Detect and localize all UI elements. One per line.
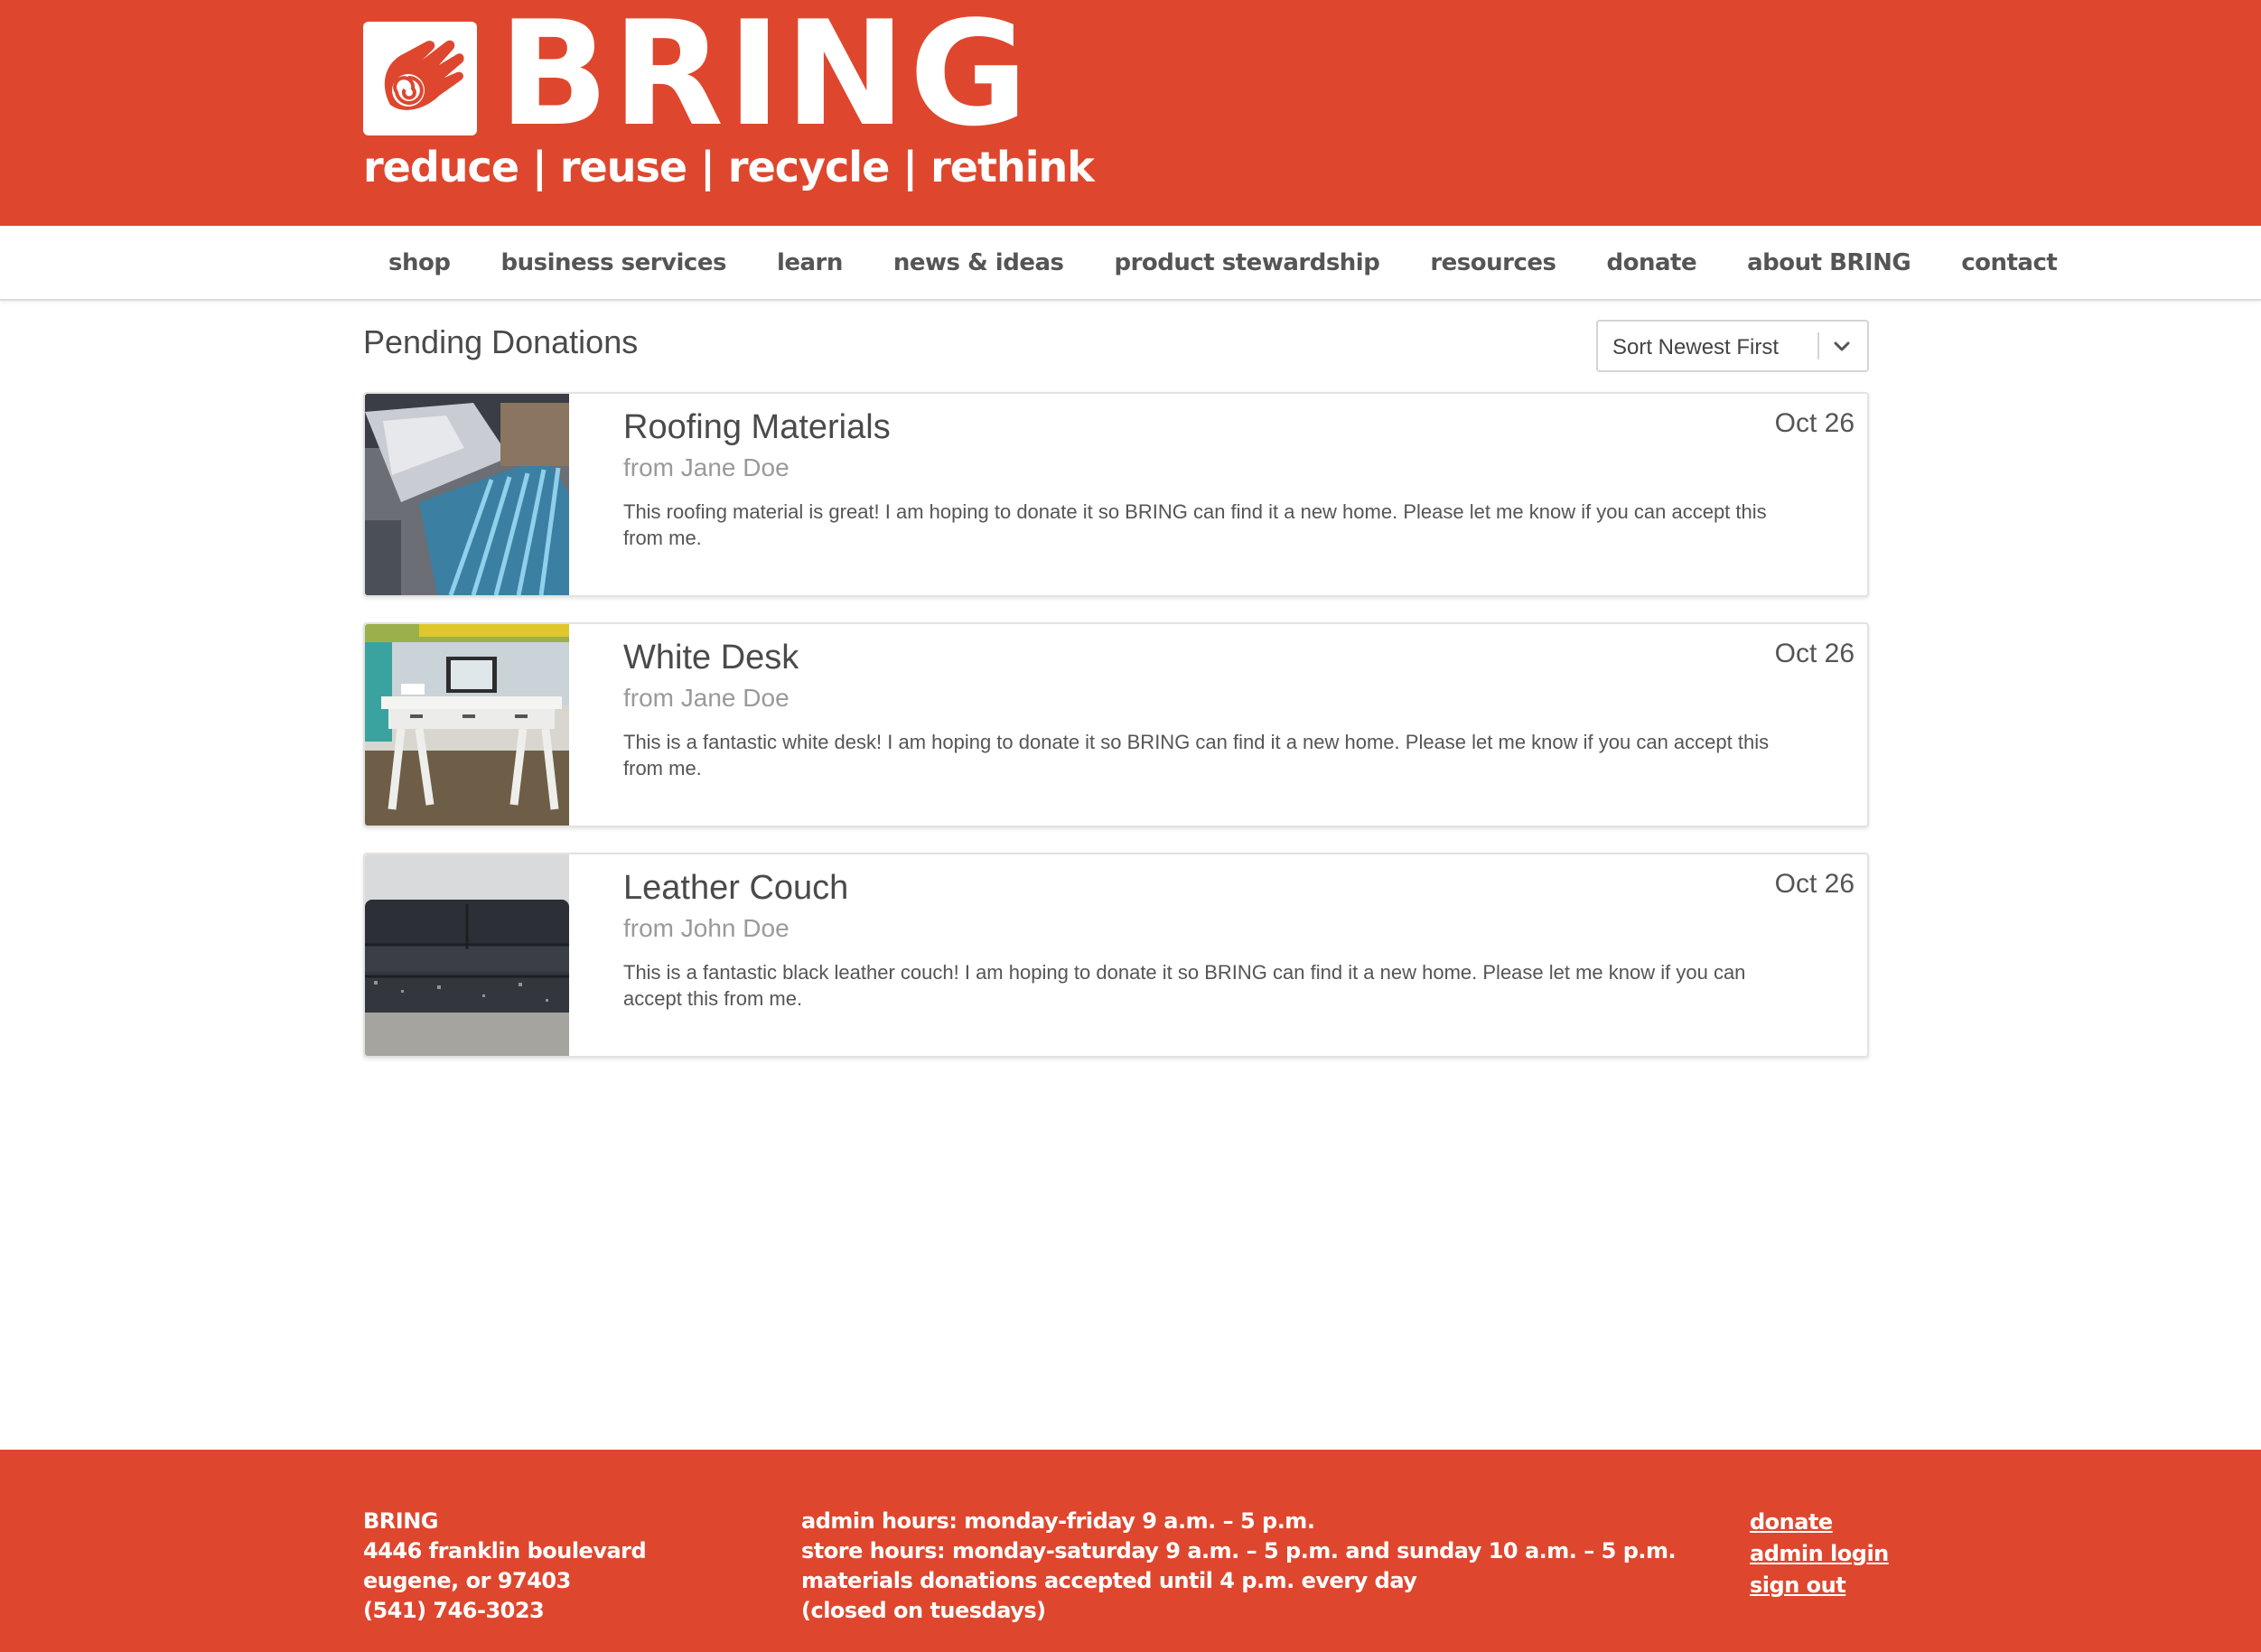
footer-link-donate[interactable]: donate — [1750, 1507, 1889, 1538]
footer-store-hours: store hours: monday-saturday 9 a.m. – 5 … — [801, 1538, 1677, 1563]
nav-item-donate[interactable]: donate — [1581, 249, 1722, 276]
donation-title: Leather Couch — [623, 869, 849, 907]
page-title: Pending Donations — [363, 323, 639, 360]
main-nav: shop business services learn news & idea… — [0, 226, 2261, 301]
donation-date: Oct 26 — [1774, 869, 1855, 899]
donation-card-leather-couch[interactable]: Leather Couch from John Doe This is a fa… — [363, 853, 1869, 1058]
site-header: BRING reduce | reuse | recycle | rethink — [0, 0, 2261, 226]
nav-item-shop[interactable]: shop — [363, 249, 475, 276]
donation-from: from Jane Doe — [623, 453, 789, 481]
hand-spiral-logo-icon — [363, 22, 477, 135]
donation-description: This is a fantastic white desk! I am hop… — [623, 731, 1770, 779]
donation-date: Oct 26 — [1774, 408, 1855, 438]
footer-closed-note: (closed on tuesdays) — [801, 1598, 1046, 1623]
footer-address: BRING 4446 franklin boulevard eugene, or… — [363, 1507, 647, 1626]
brand-tagline: reduce | reuse | recycle | rethink — [363, 143, 1095, 191]
donation-photo-leather-couch — [365, 854, 569, 1056]
donation-description: This roofing material is great! I am hop… — [623, 500, 1767, 549]
donation-card-roofing-materials[interactable]: Roofing Materials from Jane Doe This roo… — [363, 392, 1869, 597]
footer-phone: (541) 746-3023 — [363, 1598, 545, 1623]
footer-link-sign-out[interactable]: sign out — [1750, 1570, 1889, 1601]
brand-name: BRING — [499, 0, 1032, 158]
chevron-down-icon — [1827, 332, 1856, 361]
footer-hours: admin hours: monday-friday 9 a.m. – 5 p.… — [801, 1507, 1677, 1626]
sort-select[interactable]: Sort Newest First — [1596, 320, 1869, 372]
nav-item-business-services[interactable]: business services — [475, 249, 751, 276]
nav-item-about-bring[interactable]: about BRING — [1722, 249, 1936, 276]
footer-links: donate admin login sign out — [1750, 1507, 1889, 1601]
footer-city: eugene, or 97403 — [363, 1568, 571, 1593]
nav-item-learn[interactable]: learn — [752, 249, 868, 276]
donation-title: Roofing Materials — [623, 408, 891, 446]
nav-item-contact[interactable]: contact — [1936, 249, 2082, 276]
sort-divider — [1817, 332, 1819, 359]
donation-title: White Desk — [623, 639, 799, 677]
footer-admin-hours: admin hours: monday-friday 9 a.m. – 5 p.… — [801, 1508, 1315, 1534]
donation-card-white-desk[interactable]: White Desk from Jane Doe This is a fanta… — [363, 622, 1869, 827]
donation-from: from Jane Doe — [623, 684, 789, 712]
nav-item-product-stewardship[interactable]: product stewardship — [1088, 249, 1405, 276]
nav-list: shop business services learn news & idea… — [363, 226, 2082, 299]
donation-from: from John Doe — [623, 914, 789, 942]
footer-street: 4446 franklin boulevard — [363, 1538, 647, 1563]
donation-date: Oct 26 — [1774, 639, 1855, 668]
nav-item-news-ideas[interactable]: news & ideas — [868, 249, 1089, 276]
donation-description: This is a fantastic black leather couch!… — [623, 961, 1746, 1010]
nav-item-resources[interactable]: resources — [1405, 249, 1581, 276]
sort-selected-value: Sort Newest First — [1612, 335, 1780, 359]
footer-link-admin-login[interactable]: admin login — [1750, 1538, 1889, 1570]
site-footer: BRING 4446 franklin boulevard eugene, or… — [0, 1450, 2261, 1652]
footer-org-name: BRING — [363, 1508, 439, 1534]
donation-photo-white-desk — [365, 624, 569, 826]
donation-photo-roofing-materials — [365, 394, 569, 595]
footer-materials-hours: materials donations accepted until 4 p.m… — [801, 1568, 1417, 1593]
